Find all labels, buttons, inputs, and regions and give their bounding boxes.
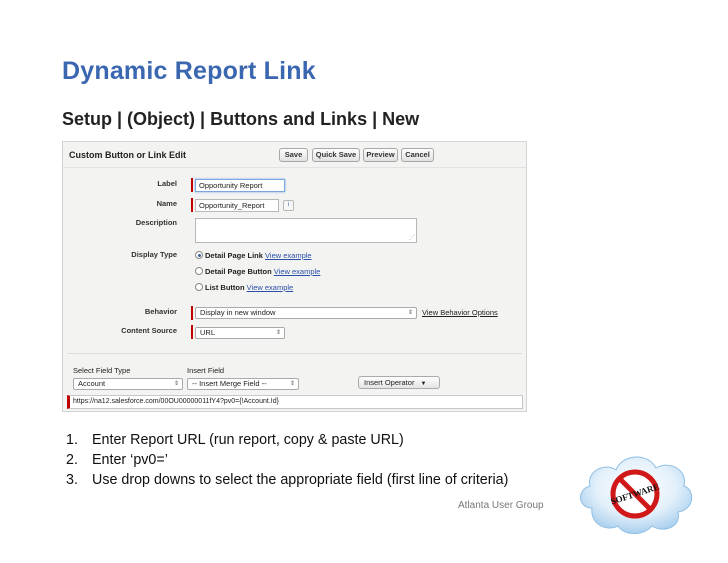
view-example-link[interactable]: View example [265,251,312,260]
steps-list: 1. Enter Report URL (run report, copy & … [66,430,586,490]
list-item: 1. Enter Report URL (run report, copy & … [66,432,404,448]
divider [67,353,522,354]
panel-title: Custom Button or Link Edit [69,150,186,160]
name-field-label: Name [156,199,177,208]
name-input[interactable]: Opportunity_Report [195,199,279,212]
required-indicator [191,178,193,192]
label-input[interactable]: Opportunity Report [195,179,285,192]
list-item: 3. Use drop downs to select the appropri… [66,472,509,488]
view-behavior-options-link[interactable]: View Behavior Options [422,308,498,317]
display-type-label: Display Type [131,250,177,259]
insert-operator-button[interactable]: Insert Operator ▼ [358,376,440,389]
required-indicator [191,325,193,339]
radio-icon[interactable] [195,283,203,291]
panel-header: Custom Button or Link Edit Save Quick Sa… [63,142,526,168]
insert-field-label: Insert Field [187,366,225,375]
footer-group-name: Atlanta User Group [458,500,544,511]
slide-title: Dynamic Report Link [62,57,316,85]
custom-button-edit-panel: Custom Button or Link Edit Save Quick Sa… [62,141,527,412]
select-arrows-icon: ⇕ [407,310,413,316]
dropdown-arrow-icon: ▼ [420,381,427,387]
insert-field-select[interactable]: -- Insert Merge Field -- ⇕ [187,378,299,390]
required-indicator [191,306,193,320]
view-example-link[interactable]: View example [274,267,321,276]
content-source-select[interactable]: URL ⇕ [195,327,285,339]
save-button[interactable]: Save [279,148,308,162]
cancel-button[interactable]: Cancel [401,148,434,162]
list-item: 2. Enter ‘pv0=’ [66,452,168,468]
label-field-label: Label [157,179,177,188]
radio-icon[interactable] [195,267,203,275]
radio-checked-icon[interactable] [195,251,203,259]
content-source-label: Content Source [121,326,177,335]
display-option-detail-page-link[interactable]: Detail Page Link View example [195,251,312,260]
select-arrows-icon: ⇕ [289,381,295,387]
display-option-list-button[interactable]: List Button View example [195,283,293,292]
behavior-select[interactable]: Display in new window ⇕ [195,307,417,319]
select-arrows-icon: ⇕ [275,330,281,336]
no-software-cloud-logo-icon: SOFTWARE [580,456,693,534]
info-icon[interactable]: i [283,200,294,211]
resize-grip-icon[interactable]: ⋰ [409,235,415,241]
description-label: Description [135,218,177,227]
behavior-label: Behavior [144,307,177,316]
select-field-type-label: Select Field Type [73,366,131,375]
select-arrows-icon: ⇕ [173,381,179,387]
view-example-link[interactable]: View example [247,283,294,292]
select-field-type-select[interactable]: Account ⇕ [73,378,183,390]
display-option-detail-page-button[interactable]: Detail Page Button View example [195,267,320,276]
slide-subtitle: Setup | (Object) | Buttons and Links | N… [62,109,420,129]
url-textarea[interactable]: https://na12.salesforce.com/00OU00000011… [67,395,523,409]
quick-save-button[interactable]: Quick Save [312,148,360,162]
required-indicator [191,198,193,212]
preview-button[interactable]: Preview [363,148,398,162]
description-textarea[interactable]: ⋰ [195,218,417,243]
